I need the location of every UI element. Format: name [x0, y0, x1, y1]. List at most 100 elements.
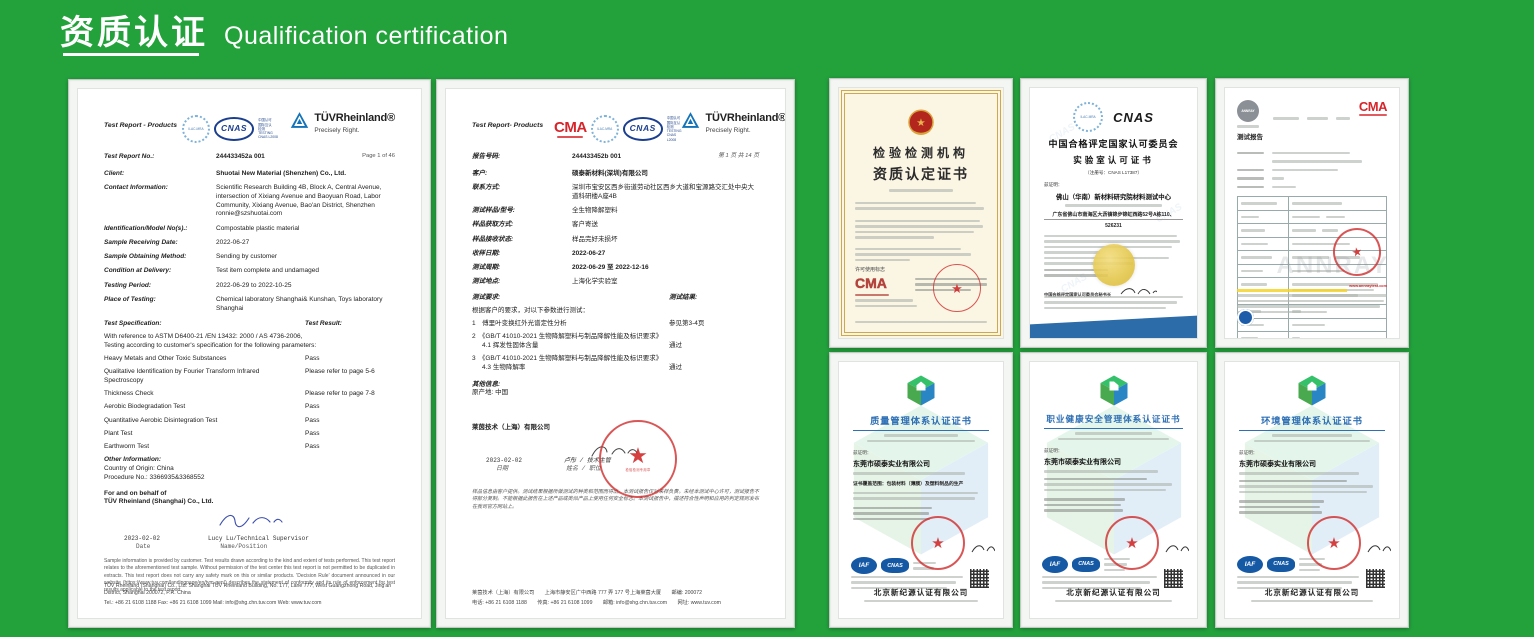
prove-label: 兹证明：: [1044, 448, 1183, 454]
page-info: 第 1 页 共 14 页: [699, 153, 759, 162]
cert-no-bars: [853, 434, 989, 442]
company-address: 广东省佛山市南海区大沥镇锦步锦虹西路52号A栋110、: [1044, 211, 1183, 220]
doc-type-label: Test Report - Products: [104, 121, 182, 130]
origin-line: 原产地: 中国: [472, 389, 759, 398]
field-label: 收样日期:: [472, 250, 572, 259]
field-label: 测试样品/型号:: [472, 207, 572, 216]
cert-title: 环境管理体系认证证书: [1239, 413, 1385, 431]
test-name: Plant Test: [104, 430, 305, 439]
signature-icon: [1365, 540, 1391, 556]
field-label: 测试周期:: [472, 264, 572, 273]
field-value: 全生物降解塑料: [572, 207, 759, 216]
cert-title: 质量管理体系认证证书: [853, 413, 989, 431]
certified-company: 东莞市硕泰实业有限公司: [853, 459, 989, 469]
report-label: 测试报告: [1237, 131, 1263, 141]
certificate-footer: 莱茵技术（上海）有限公司 上海市静安区广中西路 777 弄 177 号上海莱茵大…: [472, 590, 759, 608]
cma-logo-icon: CMA: [554, 120, 587, 139]
qr-code: [1164, 569, 1183, 588]
date-bars: [1239, 500, 1324, 514]
ilac-mra-logo-icon: ILAC-MRA: [1073, 102, 1103, 132]
field-label: Client:: [104, 170, 216, 179]
other-info-label: Other Information:: [104, 456, 395, 465]
national-emblem-icon: ★: [906, 108, 936, 138]
annray-logo-icon: ANNRAY 测试报告: [1237, 100, 1263, 141]
test-result: Pass: [305, 443, 395, 452]
field-value: Test item complete and undamaged: [216, 267, 395, 276]
issuer-company: 北京新纪源认证有限公司: [839, 587, 1003, 606]
iaf-logo-icon: IAF: [1237, 556, 1263, 573]
certificate-tuv-report-cn[interactable]: Test Report- Products CMA ILAC-MRA CNAS …: [436, 79, 795, 628]
other-info-label: 其他信息:: [472, 381, 759, 390]
certificate-paper: CNAS CNAS CNAS ILAC-MRA CNAS 中国合格评定国家认可委…: [1029, 87, 1198, 339]
red-seal-icon: ★: [1105, 516, 1159, 570]
field-label: 客户:: [472, 170, 572, 179]
date-bars: [1044, 498, 1125, 512]
test-result: Please refer to page 7-8: [305, 390, 395, 399]
annray-watermark: ANNRAY: [1225, 252, 1389, 280]
certificate-cnas-laboratory[interactable]: CNAS CNAS CNAS ILAC-MRA CNAS 中国合格评定国家认可委…: [1020, 78, 1207, 348]
certified-company: 东莞市硕泰实业有限公司: [1239, 459, 1385, 469]
report-no-value: 244433452b 001: [572, 153, 699, 162]
report-no-value: 244433452a 001: [216, 153, 335, 162]
field-label: Identification/Model No(s).:: [104, 225, 216, 234]
annray-blue-logo-icon: [1237, 309, 1254, 326]
origin-line: Country of Origin: China: [104, 465, 395, 474]
field-value: Compostable plastic material: [216, 225, 395, 234]
tuv-triangle-icon: [290, 111, 309, 129]
cnas-logo-icon: CNAS: [214, 117, 254, 140]
certificate-iso-quality[interactable]: 质量管理体系认证证书 兹证明： 东莞市硕泰实业有限公司 证书覆盖范围：包装材料（…: [829, 352, 1013, 628]
svg-text:★: ★: [916, 117, 925, 129]
certificate-annray-test-report[interactable]: ANNRAY 测试报告 CMA: [1215, 78, 1409, 348]
cnas-logo-icon: CNAS: [881, 558, 909, 573]
certificate-footer: TÜV Rheinland (Shanghai) Co., Ltd. Shang…: [104, 583, 395, 608]
field-value: 2022-06-29 至 2022-12-16: [572, 264, 759, 273]
test-name: Qualitative Identification by Fourier Tr…: [104, 368, 305, 386]
date-label: Date: [136, 543, 150, 551]
tuv-tagline: Precisely Right.: [705, 127, 786, 136]
spec-intro: With reference to ASTM D6400-21 /EN 1343…: [104, 333, 395, 351]
certificate-iso-environment[interactable]: 环境管理体系认证证书 兹证明： 东莞市硕泰实业有限公司: [1215, 352, 1409, 628]
qr-code: [1366, 569, 1385, 588]
red-seal-icon: ★ 检验检测专用章: [599, 420, 677, 498]
field-label: Sample Receiving Date:: [104, 239, 216, 248]
red-seal-icon: ★: [933, 264, 981, 312]
hexagon-logo-icon: [906, 374, 936, 407]
field-label: Condition at Delivery:: [104, 267, 216, 276]
field-label: 样品获取方式:: [472, 221, 572, 230]
field-value: Shuotai New Material (Shenzhen) Co., Ltd…: [216, 170, 395, 179]
certificate-iso-ohs[interactable]: 职业健康安全管理体系认证证书 兹证明： 东莞市硕泰实业有限公司: [1020, 352, 1207, 628]
star-icon: ★: [1125, 536, 1138, 551]
cert-title: 实验室认可证书: [1044, 154, 1183, 166]
test-name: Earthworm Test: [104, 443, 305, 452]
star-icon: ★: [1327, 536, 1340, 551]
page-info: Page 1 of 46: [335, 153, 395, 162]
scope-line: 证书覆盖范围：包装材料（薄膜）及塑料制品的生产: [853, 480, 989, 487]
annray-url: www.annraytest.com: [1349, 284, 1387, 288]
signature-icon: [1163, 540, 1189, 556]
title-underline: [63, 53, 199, 56]
date-bars: [853, 507, 932, 521]
prove-label: 兹证明：: [1239, 450, 1385, 456]
certificate-tuv-report-en[interactable]: Test Report - Products ILAC-MRA CNAS 中国认…: [68, 79, 431, 628]
field-value: 2022-06-27: [216, 239, 395, 248]
field-label: 样品接收状态:: [472, 236, 572, 245]
scope-bars: [1044, 478, 1183, 492]
signature-date: 2023-02-02: [124, 535, 160, 543]
date-label: 日期: [496, 465, 508, 473]
star-icon: ★: [628, 445, 648, 467]
star-icon: ★: [951, 282, 963, 295]
ilac-mra-logo-icon: ILAC-MRA: [591, 115, 619, 143]
test-name: Heavy Metals and Other Toxic Substances: [104, 355, 305, 364]
test-name: 3 《GB/T 41010-2021 生物降解塑料与制品降解性能及标识要求》4.…: [472, 355, 669, 373]
test-name: Aerobic Biodegradation Test: [104, 403, 305, 412]
certificate-cma-accreditation[interactable]: ★ 检验检测机构 资质认定证书: [829, 78, 1013, 348]
field-value: 深圳市宝安区西乡街道劳动社区西乡大道和宝源路交汇处中央大道科研楼A座4B: [572, 184, 759, 202]
request-fields: [1237, 149, 1387, 192]
field-value: 客户寄送: [572, 221, 759, 230]
field-value: 样品完好未损坏: [572, 236, 759, 245]
issuer-company: 北京新纪源认证有限公司: [1225, 587, 1399, 606]
star-icon: ★: [931, 536, 944, 551]
blue-ribbon: [1030, 314, 1197, 338]
ilac-mra-logo-icon: ILAC-MRA: [182, 115, 210, 143]
cert-title-line2: 资质认定证书: [855, 164, 987, 184]
